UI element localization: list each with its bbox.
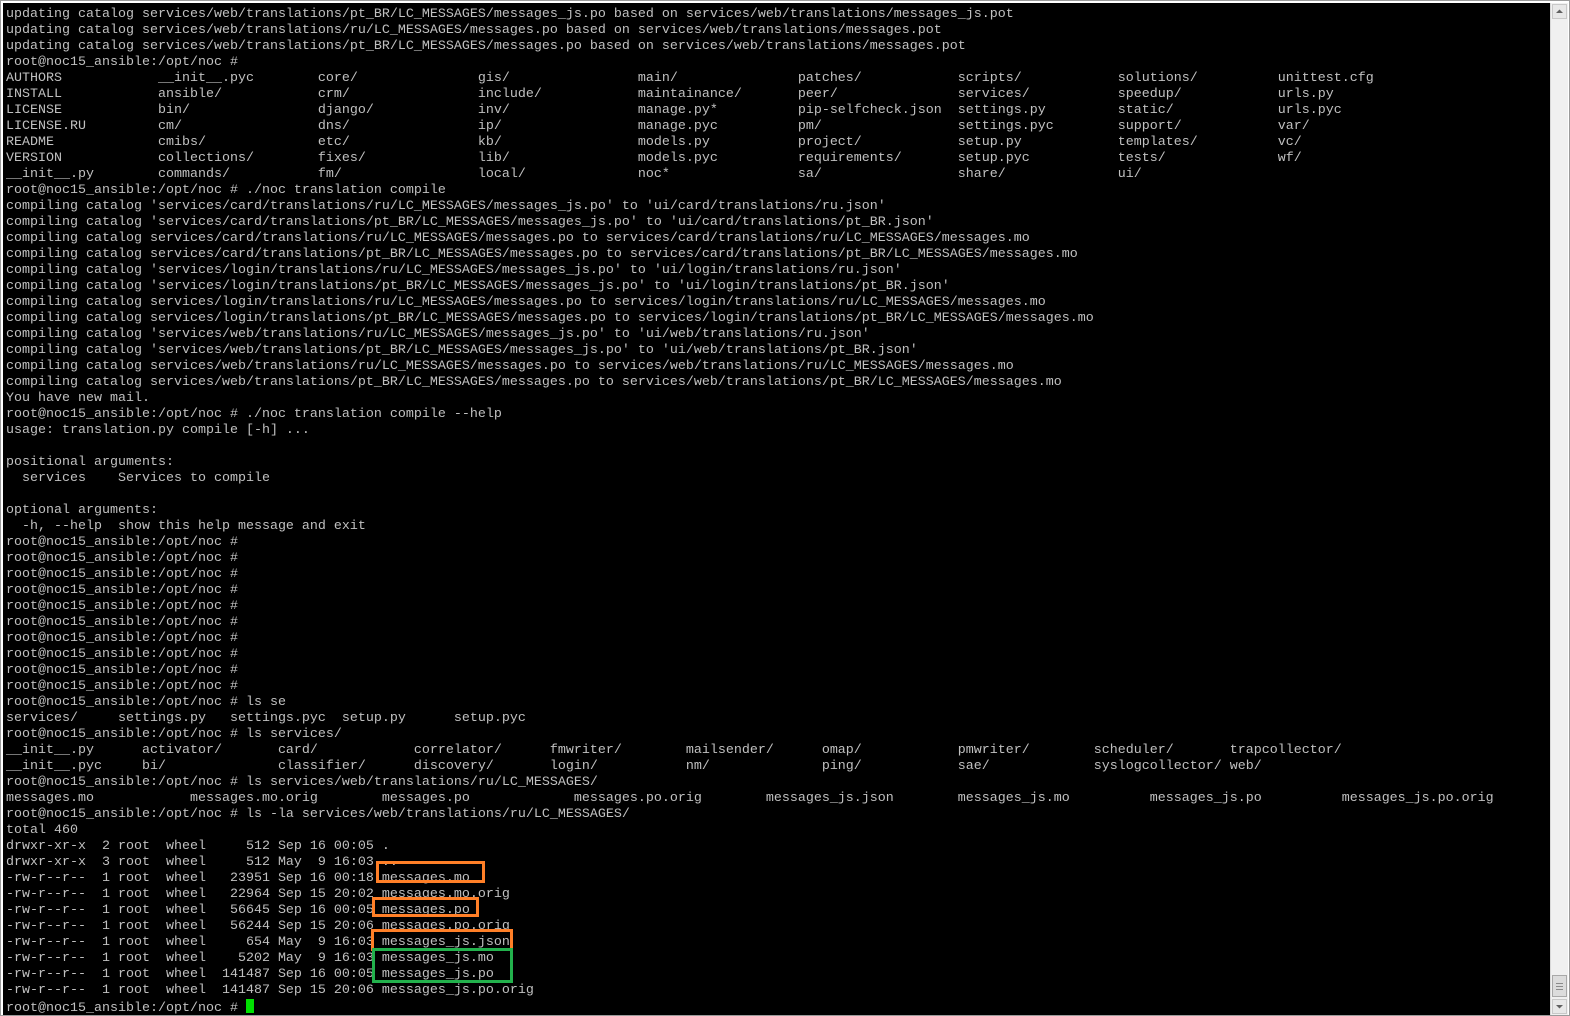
- terminal-line: compiling catalog services/login/transla…: [6, 311, 1094, 326]
- terminal-line: -rw-r--r-- 1 root wheel 56244 Sep 15 20:…: [6, 919, 510, 934]
- terminal-line: root@noc15_ansible:/opt/noc #: [6, 551, 238, 566]
- terminal-prompt: root@noc15_ansible:/opt/noc #: [6, 1001, 246, 1015]
- terminal-line: README cmibs/ etc/ kb/ models.py project…: [6, 135, 1302, 150]
- terminal-line: updating catalog services/web/translatio…: [6, 23, 942, 38]
- terminal-line: services Services to compile: [6, 471, 270, 486]
- terminal-line: -rw-r--r-- 1 root wheel 23951 Sep 16 00:…: [6, 871, 470, 886]
- scroll-up-arrow-icon[interactable]: [1552, 4, 1567, 19]
- terminal-line: root@noc15_ansible:/opt/noc #: [6, 535, 238, 550]
- terminal-line: -h, --help show this help message and ex…: [6, 519, 366, 534]
- terminal-line: You have new mail.: [6, 391, 150, 406]
- terminal-prompt-line[interactable]: root@noc15_ansible:/opt/noc #: [6, 999, 1494, 1015]
- scrollbar-thumb[interactable]: [1552, 975, 1567, 997]
- terminal-line: root@noc15_ansible:/opt/noc #: [6, 631, 238, 646]
- terminal-line: root@noc15_ansible:/opt/noc #: [6, 583, 238, 598]
- terminal-line: compiling catalog 'services/login/transl…: [6, 263, 902, 278]
- terminal-line: root@noc15_ansible:/opt/noc #: [6, 55, 238, 70]
- terminal-line: root@noc15_ansible:/opt/noc #: [6, 599, 238, 614]
- vertical-scrollbar[interactable]: [1550, 3, 1568, 1015]
- terminal-line: root@noc15_ansible:/opt/noc # ls se: [6, 695, 286, 710]
- terminal-output[interactable]: updating catalog services/web/translatio…: [3, 3, 1550, 1015]
- terminal-line: updating catalog services/web/translatio…: [6, 39, 966, 54]
- terminal-line: __init__.pyc bi/ classifier/ discovery/ …: [6, 759, 1262, 774]
- terminal-line: root@noc15_ansible:/opt/noc # ls -la ser…: [6, 807, 630, 822]
- terminal-line: -rw-r--r-- 1 root wheel 22964 Sep 15 20:…: [6, 887, 510, 902]
- terminal-line: INSTALL ansible/ crm/ include/ maintaina…: [6, 87, 1334, 102]
- terminal-line: -rw-r--r-- 1 root wheel 141487 Sep 15 20…: [6, 983, 534, 998]
- terminal-line: messages.mo messages.mo.orig messages.po…: [6, 791, 1494, 806]
- terminal-window: updating catalog services/web/translatio…: [0, 0, 1570, 1016]
- terminal-line: positional arguments:: [6, 455, 174, 470]
- scroll-down-arrow-icon[interactable]: [1552, 999, 1567, 1014]
- terminal-line: compiling catalog services/card/translat…: [6, 247, 1078, 262]
- terminal-line: -rw-r--r-- 1 root wheel 56645 Sep 16 00:…: [6, 903, 470, 918]
- terminal-line: updating catalog services/web/translatio…: [6, 7, 1014, 22]
- terminal-lines: updating catalog services/web/translatio…: [6, 7, 1494, 1015]
- terminal-line: root@noc15_ansible:/opt/noc #: [6, 567, 238, 582]
- terminal-line: __init__.py activator/ card/ correlator/…: [6, 743, 1342, 758]
- terminal-line: root@noc15_ansible:/opt/noc #: [6, 615, 238, 630]
- terminal-line: __init__.py commands/ fm/ local/ noc* sa…: [6, 167, 1142, 182]
- terminal-line: compiling catalog services/login/transla…: [6, 295, 1046, 310]
- terminal-line: compiling catalog 'services/card/transla…: [6, 215, 934, 230]
- terminal-line: root@noc15_ansible:/opt/noc #: [6, 663, 238, 678]
- terminal-line: -rw-r--r-- 1 root wheel 5202 May 9 16:03…: [6, 951, 494, 966]
- terminal-line: compiling catalog 'services/card/transla…: [6, 199, 886, 214]
- terminal-line: compiling catalog services/web/translati…: [6, 375, 1062, 390]
- terminal-line: root@noc15_ansible:/opt/noc # ./noc tran…: [6, 407, 502, 422]
- terminal-line: root@noc15_ansible:/opt/noc # ls service…: [6, 775, 598, 790]
- terminal-line: root@noc15_ansible:/opt/noc #: [6, 679, 238, 694]
- terminal-line: usage: translation.py compile [-h] ...: [6, 423, 310, 438]
- terminal-line: services/ settings.py settings.pyc setup…: [6, 711, 526, 726]
- terminal-line: root@noc15_ansible:/opt/noc # ls service…: [6, 727, 342, 742]
- terminal-line: VERSION collections/ fixes/ lib/ models.…: [6, 151, 1302, 166]
- terminal-line: -rw-r--r-- 1 root wheel 141487 Sep 16 00…: [6, 967, 494, 982]
- terminal-line: compiling catalog services/web/translati…: [6, 359, 1014, 374]
- terminal-line: root@noc15_ansible:/opt/noc #: [6, 647, 238, 662]
- terminal-line: root@noc15_ansible:/opt/noc # ./noc tran…: [6, 183, 446, 198]
- terminal-line: compiling catalog 'services/web/translat…: [6, 343, 918, 358]
- terminal-line: drwxr-xr-x 2 root wheel 512 Sep 16 00:05…: [6, 839, 390, 854]
- terminal-line: compiling catalog 'services/login/transl…: [6, 279, 950, 294]
- terminal-line: compiling catalog 'services/web/translat…: [6, 327, 870, 342]
- text-cursor: [245, 999, 254, 1013]
- terminal-line: compiling catalog services/card/translat…: [6, 231, 1030, 246]
- terminal-line: total 460: [6, 823, 78, 838]
- terminal-line: LICENSE bin/ django/ inv/ manage.py* pip…: [6, 103, 1342, 118]
- terminal-line: optional arguments:: [6, 503, 158, 518]
- terminal-line: LICENSE.RU cm/ dns/ ip/ manage.pyc pm/ s…: [6, 119, 1310, 134]
- terminal-line: drwxr-xr-x 3 root wheel 512 May 9 16:03 …: [6, 855, 398, 870]
- terminal-line: AUTHORS __init__.pyc core/ gis/ main/ pa…: [6, 71, 1374, 86]
- terminal-line: -rw-r--r-- 1 root wheel 654 May 9 16:03 …: [6, 935, 510, 950]
